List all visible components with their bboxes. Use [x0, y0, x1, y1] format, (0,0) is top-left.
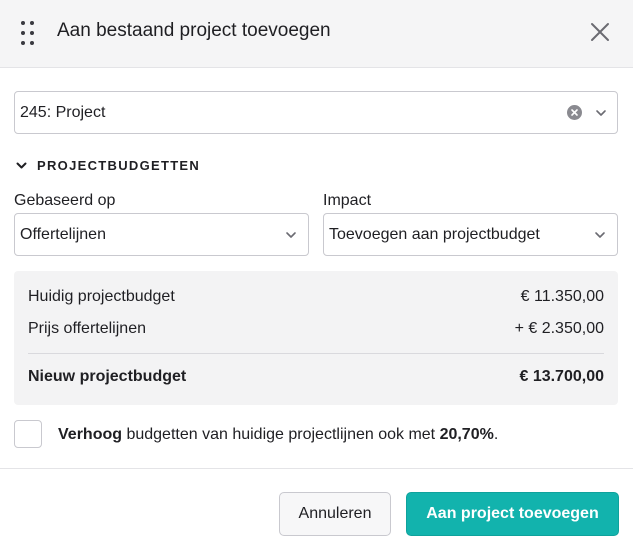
chevron-down-icon[interactable]: [595, 109, 607, 117]
close-icon[interactable]: [589, 21, 611, 43]
chevron-down-icon: [595, 231, 605, 238]
based-on-value: Offertelijnen: [20, 225, 106, 243]
increase-text: budgetten van huidige projectlijnen ook …: [122, 426, 440, 443]
impact-label: Impact: [323, 192, 372, 209]
chevron-down-icon: [16, 162, 27, 169]
project-select-value: 245: Project: [20, 103, 106, 121]
current-budget-label: Huidig projectbudget: [28, 288, 175, 305]
increase-budgets-label: Verhoog budgetten van huidige projectlij…: [58, 426, 498, 444]
section-title: PROJECTBUDGETTEN: [37, 158, 201, 173]
quote-lines-label: Prijs offertelijnen: [28, 320, 146, 337]
impact-value: Toevoegen aan projectbudget: [329, 225, 540, 243]
based-on-label: Gebaseerd op: [14, 192, 116, 209]
drag-handle-icon[interactable]: [21, 21, 35, 45]
cancel-button[interactable]: Annuleren: [279, 492, 391, 536]
increase-suffix: .: [493, 426, 499, 443]
increase-budgets-checkbox[interactable]: [14, 420, 42, 448]
impact-select[interactable]: Toevoegen aan projectbudget: [323, 213, 618, 256]
footer-divider: [0, 468, 633, 469]
project-select[interactable]: 245: Project: [14, 91, 618, 134]
dialog-title: Aan bestaand project toevoegen: [57, 20, 331, 41]
quote-lines-value: + € 2.350,00: [514, 320, 604, 337]
add-to-project-button[interactable]: Aan project toevoegen: [406, 492, 619, 536]
budget-summary: Huidig projectbudget € 11.350,00 Prijs o…: [14, 271, 618, 405]
current-budget-value: € 11.350,00: [520, 288, 604, 305]
chevron-down-icon: [286, 231, 296, 238]
new-budget-value: € 13.700,00: [519, 368, 604, 385]
clear-icon[interactable]: [567, 105, 582, 120]
summary-divider: [28, 353, 604, 354]
new-budget-label: Nieuw projectbudget: [28, 368, 187, 385]
dialog-header: Aan bestaand project toevoegen: [0, 0, 633, 68]
increase-percent: 20,70%: [439, 426, 494, 443]
increase-bold-prefix: Verhoog: [58, 426, 123, 443]
based-on-select[interactable]: Offertelijnen: [14, 213, 309, 256]
